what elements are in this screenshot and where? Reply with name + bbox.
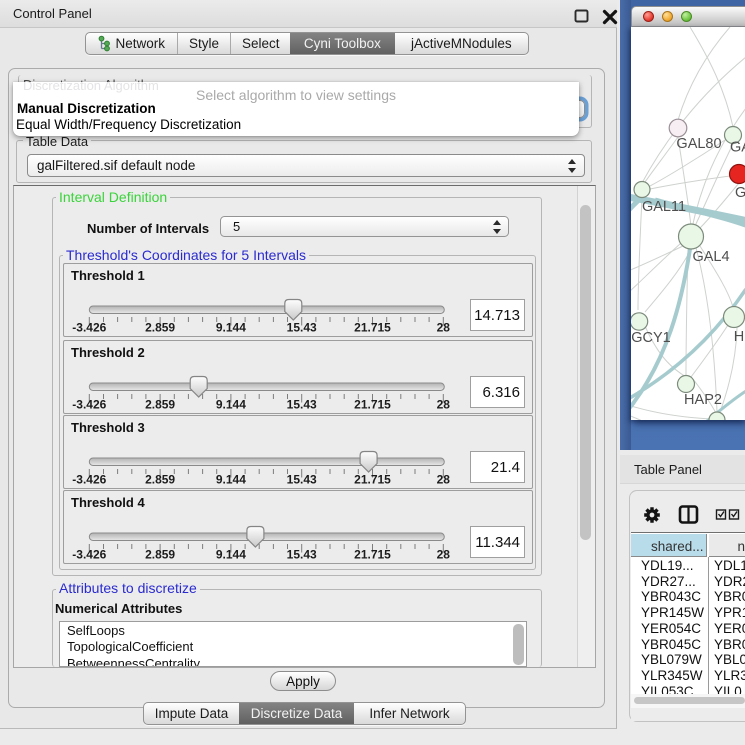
svg-text:15.43: 15.43 xyxy=(287,548,317,562)
svg-text:28: 28 xyxy=(437,548,451,562)
svg-text:28: 28 xyxy=(437,321,451,335)
svg-text:9.144: 9.144 xyxy=(216,473,246,487)
svg-text:15.43: 15.43 xyxy=(287,321,317,335)
svg-text:21.715: 21.715 xyxy=(354,321,391,335)
svg-text:G: G xyxy=(735,185,745,201)
svg-text:GAL80: GAL80 xyxy=(676,136,721,152)
svg-text:28: 28 xyxy=(437,398,451,412)
svg-text:9.144: 9.144 xyxy=(216,548,246,562)
svg-text:9.144: 9.144 xyxy=(216,398,246,412)
svg-text:-3.426: -3.426 xyxy=(72,398,106,412)
svg-text:15.43: 15.43 xyxy=(287,473,317,487)
svg-text:-3.426: -3.426 xyxy=(72,548,106,562)
svg-text:15.43: 15.43 xyxy=(287,398,317,412)
svg-text:GAL11: GAL11 xyxy=(642,199,686,215)
svg-text:9.144: 9.144 xyxy=(216,321,246,335)
svg-text:21.715: 21.715 xyxy=(354,398,391,412)
svg-text:2.859: 2.859 xyxy=(145,321,175,335)
svg-text:GCY1: GCY1 xyxy=(631,330,671,346)
svg-text:21.715: 21.715 xyxy=(354,548,391,562)
svg-text:2.859: 2.859 xyxy=(145,398,175,412)
svg-text:21.715: 21.715 xyxy=(354,473,391,487)
svg-text:-3.426: -3.426 xyxy=(72,321,106,335)
svg-text:28: 28 xyxy=(437,473,451,487)
svg-text:GAL4: GAL4 xyxy=(692,249,729,265)
svg-text:H: H xyxy=(734,329,744,345)
svg-text:-3.426: -3.426 xyxy=(72,473,106,487)
svg-text:2.859: 2.859 xyxy=(145,548,175,562)
svg-text:HAP2: HAP2 xyxy=(684,392,722,408)
svg-text:2.859: 2.859 xyxy=(145,473,175,487)
svg-text:GA: GA xyxy=(730,140,745,156)
